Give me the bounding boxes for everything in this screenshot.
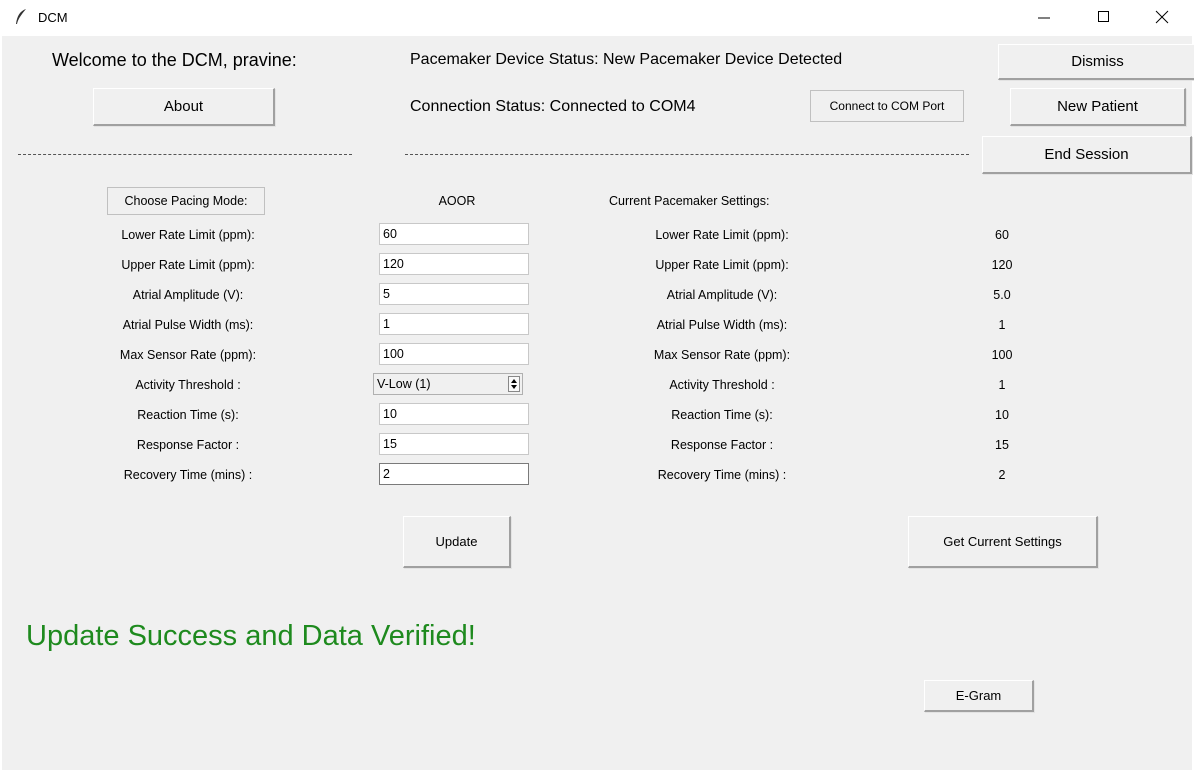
dcm-main-window: Welcome to the DCM, pravine: Pacemaker D… [2,36,1194,770]
title-bar: DCM [0,0,1194,36]
max-sensor-rate-label: Max Sensor Rate (ppm): [119,348,257,362]
atrial-pulse-width-current-label: Atrial Pulse Width (ms): [656,318,788,332]
response-factor-input[interactable] [379,433,529,455]
maximize-icon [1098,11,1109,22]
activity-threshold-current-label: Activity Threshold : [669,378,775,392]
connect-com-port-button[interactable]: Connect to COM Port [810,90,964,122]
atrial-pulse-width-label: Atrial Pulse Width (ms): [122,318,254,332]
upper-rate-current-label: Upper Rate Limit (ppm): [655,258,789,272]
atrial-amplitude-input[interactable] [379,283,529,305]
egram-button[interactable]: E-Gram [924,680,1034,712]
close-button[interactable] [1140,0,1184,34]
current-settings-title: Current Pacemaker Settings: [609,194,770,208]
maximize-button[interactable] [1082,0,1126,34]
activity-threshold-label: Activity Threshold : [135,378,241,392]
recovery-time-input[interactable] [379,463,529,485]
upper-rate-current-value: 120 [991,258,1013,272]
about-button[interactable]: About [93,88,275,126]
response-factor-current-value: 15 [995,438,1009,452]
minimize-button[interactable] [1022,0,1066,34]
choose-pacing-mode-button[interactable]: Choose Pacing Mode: [107,187,265,215]
max-sensor-rate-current-value: 100 [991,348,1013,362]
response-factor-current-label: Response Factor : [670,438,774,452]
atrial-amplitude-current-value: 5.0 [993,288,1011,302]
separator-right [405,154,969,155]
update-button[interactable]: Update [403,516,511,568]
recovery-time-current-value: 2 [998,468,1006,482]
separator-left [18,154,352,155]
lower-rate-label: Lower Rate Limit (ppm): [121,228,255,242]
lower-rate-input[interactable] [379,223,529,245]
get-current-settings-button[interactable]: Get Current Settings [908,516,1098,568]
lower-rate-current-value: 60 [995,228,1009,242]
atrial-pulse-width-current-value: 1 [998,318,1006,332]
current-mode-text: AOOR [438,194,476,208]
recovery-time-label: Recovery Time (mins) : [123,468,253,482]
max-sensor-rate-input[interactable] [379,343,529,365]
activity-threshold-spinbox[interactable]: V-Low (1) [373,373,523,395]
upper-rate-input[interactable] [379,253,529,275]
lower-rate-current-label: Lower Rate Limit (ppm): [655,228,789,242]
status-message: Update Success and Data Verified! [26,620,476,652]
new-patient-button[interactable]: New Patient [1010,88,1186,126]
welcome-text: Welcome to the DCM, pravine: [52,50,297,70]
activity-threshold-value: V-Low (1) [377,377,431,391]
dismiss-button[interactable]: Dismiss [998,44,1194,80]
device-status-text: Pacemaker Device Status: New Pacemaker D… [410,51,843,68]
spin-down-icon[interactable] [511,385,517,389]
activity-threshold-current-value: 1 [998,378,1006,392]
reaction-time-input[interactable] [379,403,529,425]
atrial-amplitude-label: Atrial Amplitude (V): [132,288,244,302]
reaction-time-label: Reaction Time (s): [137,408,239,422]
reaction-time-current-label: Reaction Time (s): [671,408,773,422]
spin-up-icon[interactable] [511,379,517,383]
response-factor-label: Response Factor : [136,438,240,452]
minimize-icon [1038,17,1050,19]
atrial-pulse-width-input[interactable] [379,313,529,335]
atrial-amplitude-current-label: Atrial Amplitude (V): [666,288,778,302]
recovery-time-current-label: Recovery Time (mins) : [657,468,787,482]
feather-icon [14,8,28,26]
reaction-time-current-value: 10 [995,408,1009,422]
connection-status-text: Connection Status: Connected to COM4 [410,98,696,115]
upper-rate-label: Upper Rate Limit (ppm): [121,258,255,272]
spinbox-arrows-icon[interactable] [508,376,520,392]
end-session-button[interactable]: End Session [982,136,1192,174]
window-title: DCM [38,10,68,25]
close-icon [1155,10,1169,24]
max-sensor-rate-current-label: Max Sensor Rate (ppm): [653,348,791,362]
